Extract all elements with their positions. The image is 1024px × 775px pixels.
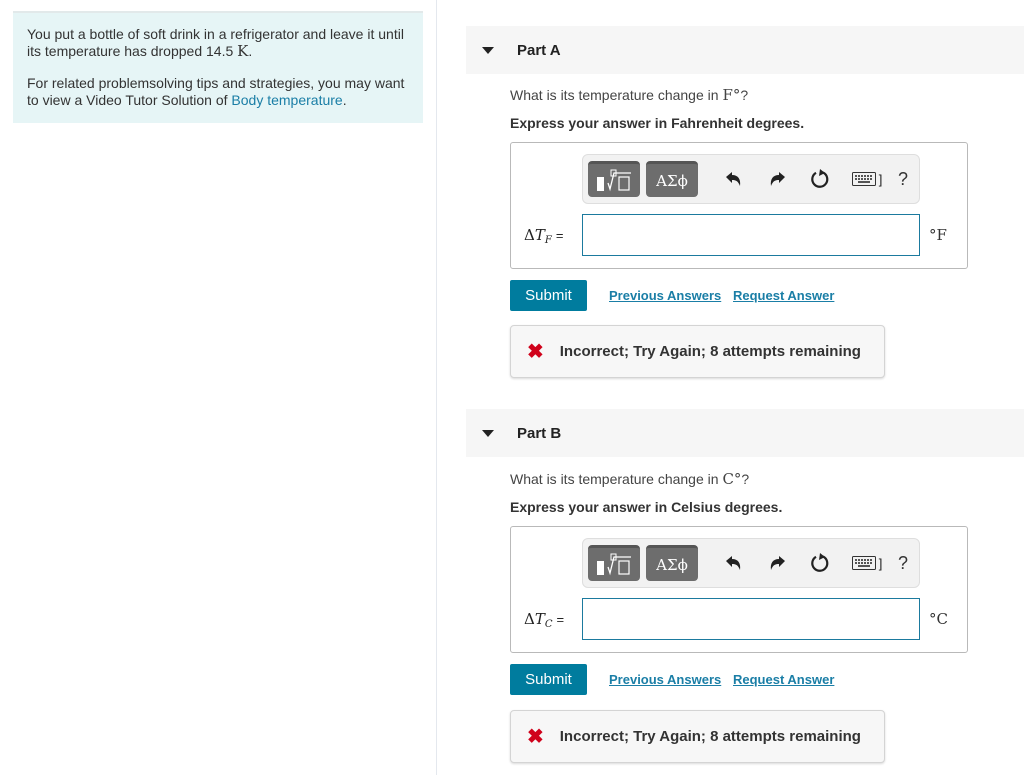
collapse-triangle-icon[interactable] [482, 46, 494, 54]
part-b-header[interactable]: Part B [466, 409, 1024, 457]
keyboard-icon [851, 556, 876, 570]
part-b-feedback: ✖ Incorrect; Try Again; 8 attempts remai… [510, 710, 885, 763]
part-b-answer-box: ΑΣϕ ] ? ΔTC = °C [510, 526, 968, 653]
part-b-request-answer-link[interactable]: Request Answer [733, 672, 834, 687]
feedback-message: Incorrect; Try Again; 8 attempts remaini… [559, 728, 861, 745]
problem-intro-panel: You put a bottle of soft drink in a refr… [13, 11, 423, 123]
collapse-triangle-icon[interactable] [482, 429, 494, 437]
part-b-instruction: Express your answer in Celsius degrees. [510, 499, 783, 515]
undo-icon [726, 556, 741, 570]
feedback-message: Incorrect; Try Again; 8 attempts remaini… [559, 343, 861, 360]
fahrenheit-unit: °F [929, 226, 947, 244]
part-a-question: What is its temperature change in F°? [510, 86, 749, 104]
part-a-answer-box: ΑΣϕ ] ? ΔTF = °F [510, 142, 968, 269]
part-b-previous-answers-link[interactable]: Previous Answers [609, 672, 721, 687]
templates-button[interactable] [588, 545, 640, 581]
undo-button[interactable] [723, 167, 745, 191]
problem-statement: You put a bottle of soft drink in a refr… [27, 26, 404, 60]
reset-button[interactable] [808, 167, 832, 191]
help-button[interactable]: ? [893, 551, 913, 575]
part-b-question: What is its temperature change in C°? [510, 470, 750, 488]
templates-icon [597, 553, 631, 575]
incorrect-x-icon: ✖ [527, 340, 544, 363]
redo-icon [770, 172, 785, 186]
part-b-title: Part B [517, 424, 562, 442]
part-a-previous-answers-link[interactable]: Previous Answers [609, 288, 721, 303]
delta-tc-input[interactable] [582, 598, 920, 640]
math-toolbar: ΑΣϕ ] ? [582, 154, 920, 204]
part-a-request-answer-link[interactable]: Request Answer [733, 288, 834, 303]
redo-icon [770, 556, 785, 570]
keyboard-button[interactable]: ] [849, 167, 885, 191]
celsius-unit: °C [929, 610, 948, 628]
part-a-header[interactable]: Part A [466, 26, 1024, 74]
keyboard-icon [851, 172, 876, 186]
greek-symbols-button[interactable]: ΑΣϕ [646, 161, 698, 197]
column-divider [436, 0, 437, 775]
delta-tc-label: ΔTC = [524, 610, 565, 630]
delta-tf-label: ΔTF = [524, 226, 564, 246]
unit-kelvin: K [237, 42, 249, 60]
reset-icon [811, 169, 829, 188]
part-a-instruction: Express your answer in Fahrenheit degree… [510, 115, 805, 131]
help-button[interactable]: ? [893, 167, 913, 191]
redo-button[interactable] [766, 551, 788, 575]
part-a-feedback: ✖ Incorrect; Try Again; 8 attempts remai… [510, 325, 885, 378]
part-a-submit-button[interactable]: Submit [510, 280, 587, 311]
part-b-submit-button[interactable]: Submit [510, 664, 587, 695]
reset-icon [811, 553, 829, 572]
templates-button[interactable] [588, 161, 640, 197]
delta-tf-input[interactable] [582, 214, 920, 256]
part-a-title: Part A [517, 41, 561, 59]
math-toolbar: ΑΣϕ ] ? [582, 538, 920, 588]
keyboard-button[interactable]: ] [849, 551, 885, 575]
greek-symbols-button[interactable]: ΑΣϕ [646, 545, 698, 581]
redo-button[interactable] [766, 167, 788, 191]
video-tutor-link[interactable]: Body temperature [231, 92, 342, 108]
tips-text: For related problemsolving tips and stra… [27, 75, 405, 108]
reset-button[interactable] [808, 551, 832, 575]
undo-icon [726, 172, 741, 186]
undo-button[interactable] [723, 551, 745, 575]
incorrect-x-icon: ✖ [527, 725, 544, 748]
templates-icon [597, 169, 631, 191]
